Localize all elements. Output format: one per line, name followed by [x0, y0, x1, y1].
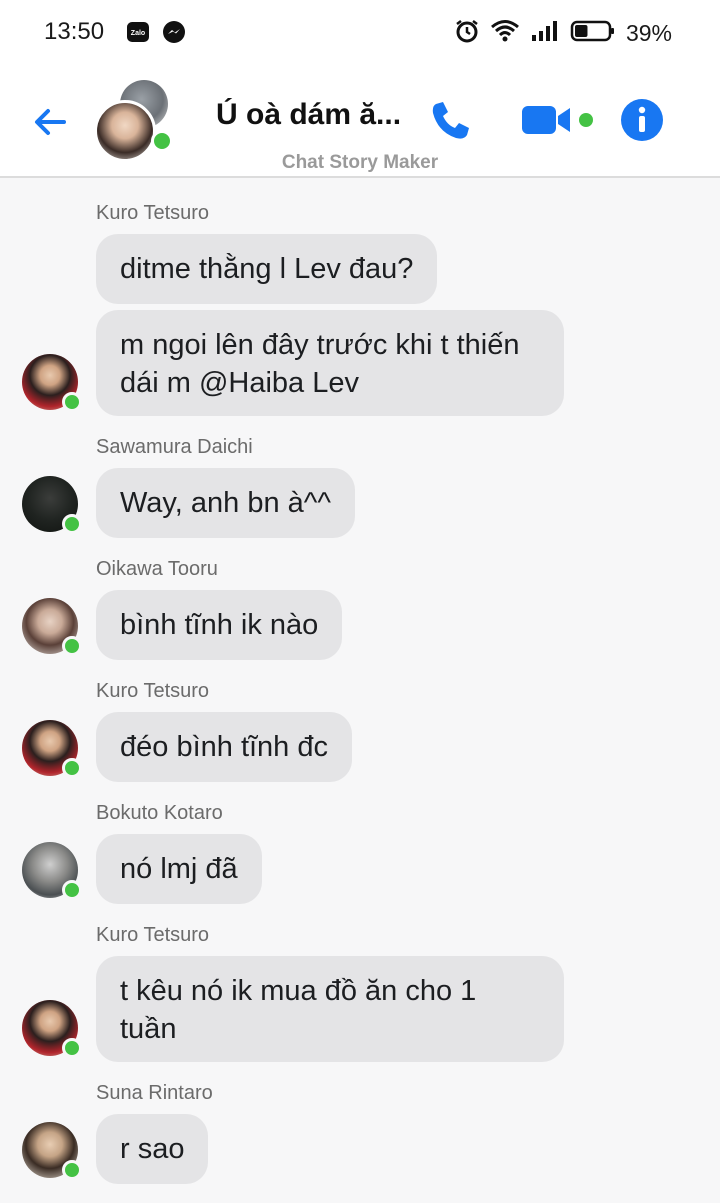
sender-name: Sawamura Daichi	[96, 436, 253, 458]
alarm-icon	[454, 18, 480, 49]
online-indicator	[151, 130, 173, 152]
status-icons: 39%	[454, 18, 672, 49]
message-bubble[interactable]: t kêu nó ik mua đồ ăn cho 1 tuần	[96, 956, 564, 1062]
sender-name: Kuro Tetsuro	[96, 924, 210, 946]
online-indicator	[62, 636, 82, 656]
video-call-icon[interactable]	[520, 102, 596, 138]
message-bubble[interactable]: bình tĩnh ik nào	[96, 590, 343, 660]
avatar[interactable]	[22, 598, 82, 656]
sender-name: Suna Rintaro	[96, 1082, 213, 1104]
battery-icon	[570, 19, 616, 48]
message-bubble[interactable]: đéo bình tĩnh đc	[96, 712, 352, 782]
online-indicator	[62, 514, 82, 534]
svg-text:Zalo: Zalo	[131, 30, 145, 37]
status-time: 13:50	[44, 18, 105, 45]
zalo-icon: Zalo	[126, 20, 150, 44]
online-indicator	[62, 1160, 82, 1180]
chat-header: Ú oà dám ă... Chat Story Maker	[0, 64, 720, 178]
online-indicator	[62, 1038, 82, 1058]
chat-subtitle: Chat Story Maker	[281, 152, 439, 173]
sender-name: Oikawa Tooru	[96, 558, 218, 580]
info-icon[interactable]	[620, 98, 664, 142]
message-bubble[interactable]: r sao	[96, 1114, 209, 1184]
online-indicator	[62, 392, 82, 412]
online-indicator	[62, 880, 82, 900]
avatar[interactable]	[22, 1122, 82, 1180]
message-bubble[interactable]: ditme thằng l Lev đau?	[96, 234, 438, 304]
phone-call-icon[interactable]	[428, 98, 472, 142]
sender-name: Bokuto Kotaro	[96, 802, 223, 824]
status-bar: 13:50 Zalo 39%	[0, 0, 720, 64]
message-bubble[interactable]: m ngoi lên đây trước khi t thiến dái m @…	[96, 310, 564, 416]
sender-name: Kuro Tetsuro	[96, 202, 210, 224]
battery-percent: 39%	[625, 20, 672, 46]
chat-title[interactable]: Ú oà dám ă...	[216, 98, 416, 132]
online-indicator	[62, 758, 82, 778]
back-arrow-icon[interactable]	[30, 102, 70, 142]
signal-icon	[530, 19, 560, 48]
avatar[interactable]	[22, 842, 82, 900]
message-bubble[interactable]: nó lmj đã	[96, 834, 262, 904]
message-list[interactable]: Kuro Tetsuro ditme thằng l Lev đau? m ng…	[0, 178, 720, 1203]
messenger-icon	[162, 20, 186, 44]
avatar[interactable]	[22, 720, 82, 778]
avatar[interactable]	[22, 1000, 82, 1058]
wifi-icon	[490, 19, 520, 48]
sender-name: Kuro Tetsuro	[96, 680, 210, 702]
message-bubble[interactable]: Way, anh bn à^^	[96, 468, 355, 538]
avatar[interactable]	[22, 476, 82, 534]
avatar[interactable]	[22, 354, 82, 412]
